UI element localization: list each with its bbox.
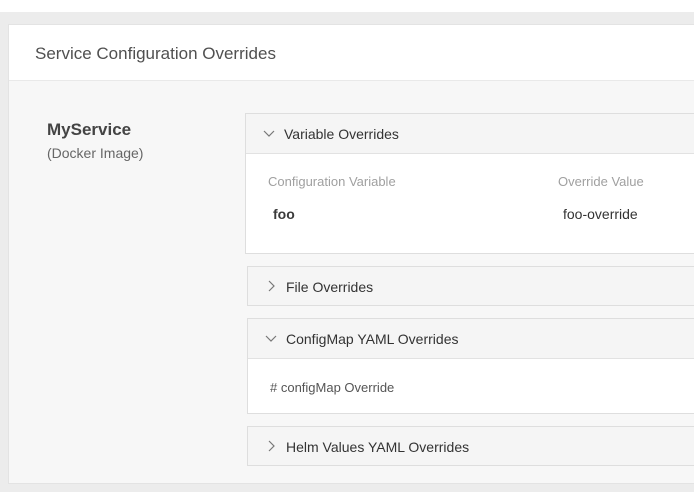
service-type: (Docker Image): [47, 145, 144, 161]
configmap-overrides-header[interactable]: ConfigMap YAML Overrides: [248, 319, 694, 359]
variable-name-cell: foo: [273, 206, 295, 222]
service-config-overrides-panel: Service Configuration Overrides MyServic…: [8, 24, 694, 484]
panel-title: Service Configuration Overrides: [35, 44, 276, 63]
override-value-cell: foo-override: [563, 206, 638, 222]
service-name: MyService: [47, 120, 132, 139]
column-header-override-value: Override Value: [558, 174, 644, 189]
configmap-overrides-title: ConfigMap YAML Overrides: [286, 331, 459, 347]
chevron-right-icon: [264, 439, 278, 453]
file-overrides-header[interactable]: File Overrides: [248, 267, 694, 305]
file-overrides-title: File Overrides: [286, 279, 374, 295]
variable-overrides-header[interactable]: Variable Overrides: [246, 114, 694, 154]
variable-overrides-section: Variable Overrides Configuration Variabl…: [245, 113, 694, 254]
configmap-overrides-section: ConfigMap YAML Overrides # configMap Ove…: [247, 318, 694, 414]
column-header-configuration-variable: Configuration Variable: [268, 174, 396, 189]
chevron-down-icon: [262, 126, 276, 140]
page-background: Service Configuration Overrides MyServic…: [0, 12, 694, 492]
helm-overrides-title: Helm Values YAML Overrides: [286, 439, 470, 455]
helm-overrides-section: Helm Values YAML Overrides: [247, 426, 694, 466]
chevron-down-icon: [264, 331, 278, 345]
configmap-content: # configMap Override: [270, 380, 395, 395]
helm-overrides-header[interactable]: Helm Values YAML Overrides: [248, 427, 694, 465]
file-overrides-section: File Overrides: [247, 266, 694, 306]
chevron-right-icon: [264, 279, 278, 293]
panel-header: Service Configuration Overrides: [9, 25, 694, 81]
variable-overrides-title: Variable Overrides: [284, 126, 399, 142]
